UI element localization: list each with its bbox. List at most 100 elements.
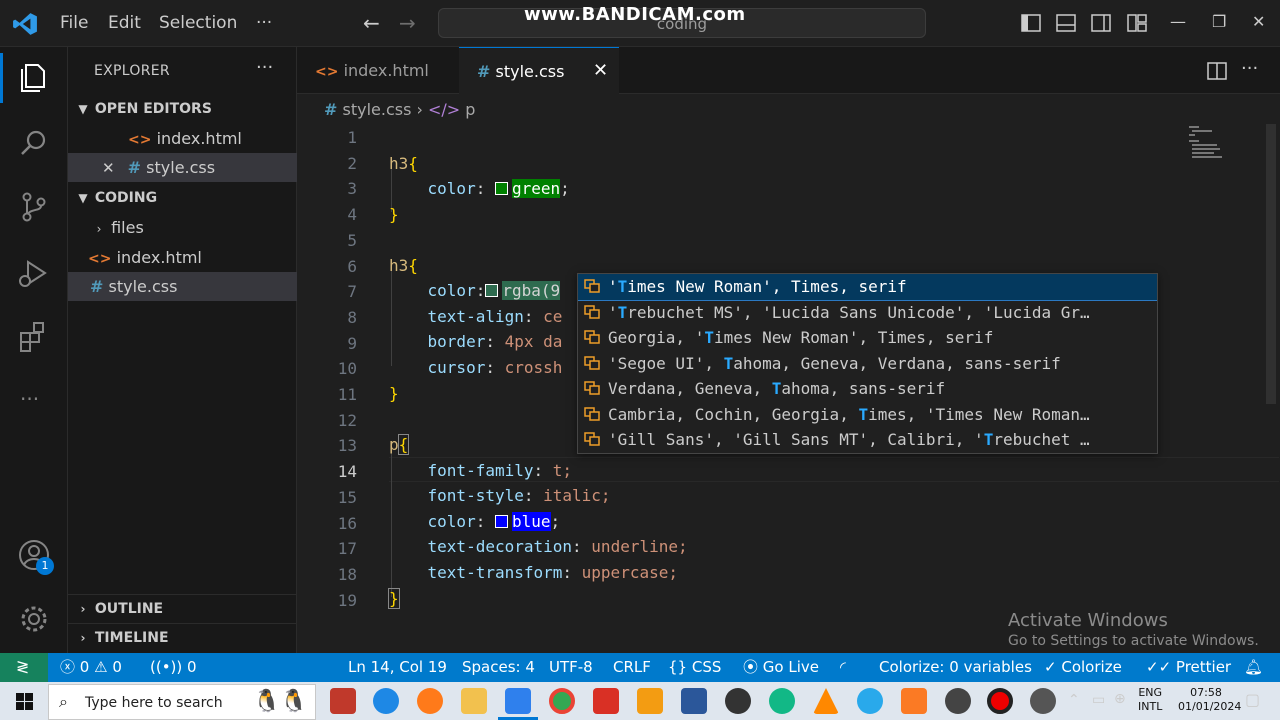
forward-arrow-icon[interactable]: → — [399, 11, 416, 35]
color-swatch-rgba[interactable] — [485, 284, 499, 297]
line-number: 14 — [337, 462, 357, 482]
toggle-primary-sidebar-icon[interactable] — [1021, 14, 1041, 32]
code-line-3: color: green; — [427, 179, 570, 198]
prettier-indicator[interactable]: ✓✓ Prettier — [1146, 653, 1231, 682]
screen-recorder-icon[interactable] — [593, 688, 619, 714]
back-arrow-icon[interactable]: ← — [363, 11, 380, 35]
obs-icon[interactable] — [945, 688, 971, 714]
colorize-toggle[interactable]: ✓ Colorize — [1044, 653, 1122, 682]
language-mode[interactable]: {} CSS — [668, 653, 721, 682]
indentation[interactable]: Spaces: 4 — [462, 653, 535, 682]
extensions-icon[interactable] — [14, 317, 54, 357]
vscode-logo-icon — [13, 13, 37, 35]
close-editor-icon[interactable]: ✕ — [102, 159, 115, 177]
explorer-icon[interactable] — [14, 57, 54, 97]
network-icon[interactable]: ⊕ — [1114, 691, 1126, 707]
tray-expand-icon[interactable]: ⌃ — [1068, 692, 1080, 708]
chrome-icon[interactable] — [549, 688, 575, 714]
line-number: 6 — [347, 256, 357, 276]
encoding[interactable]: UTF-8 — [549, 653, 593, 682]
media-player-icon[interactable] — [725, 688, 751, 714]
end-of-line[interactable]: CRLF — [613, 653, 651, 682]
telegram-icon[interactable] — [857, 688, 883, 714]
open-editors-header[interactable]: ▼ OPEN EDITORS — [68, 95, 297, 124]
toggle-secondary-sidebar-icon[interactable] — [1091, 14, 1111, 32]
breadcrumb-symbol[interactable]: p — [465, 100, 475, 119]
vertical-scrollbar[interactable] — [1266, 124, 1276, 404]
tree-item-files[interactable]: › files — [68, 213, 297, 242]
restore-icon[interactable]: ❐ — [1212, 12, 1226, 31]
suggestion-item[interactable]: 'Times New Roman', Times, serif — [578, 274, 1157, 301]
problems-indicator[interactable]: ⓧ 0 ⚠ 0 — [60, 653, 122, 682]
tree-item-style-css[interactable]: # style.css — [68, 272, 297, 301]
record-icon[interactable] — [987, 688, 1013, 714]
split-editor-icon[interactable] — [1207, 62, 1227, 80]
sublime-icon[interactable] — [637, 688, 663, 714]
source-control-icon[interactable] — [14, 187, 54, 227]
file-explorer-icon[interactable] — [461, 688, 487, 714]
suggestion-item[interactable]: Georgia, 'Times New Roman', Times, serif — [578, 325, 1157, 351]
minimize-icon[interactable]: — — [1170, 12, 1186, 31]
open-editor-style-css[interactable]: ✕ # style.css — [68, 153, 297, 182]
vscode-taskbar-icon[interactable] — [505, 688, 531, 714]
timeline-section[interactable]: › TIMELINE — [68, 623, 297, 652]
taskbar-search-box[interactable]: ⌕ Type here to search 🐧🐧 — [48, 684, 316, 720]
editor-more-actions-icon[interactable]: ··· — [1241, 58, 1258, 79]
go-live-button[interactable]: ⦿ Go Live — [743, 653, 819, 682]
menu-edit[interactable]: Edit — [108, 13, 141, 33]
line-number: 18 — [337, 564, 357, 584]
search-icon[interactable] — [14, 123, 54, 163]
settings-taskbar-icon[interactable] — [1030, 688, 1056, 714]
colorize-variables[interactable]: Colorize: 0 variables — [879, 653, 1032, 682]
customize-layout-icon[interactable] — [1127, 14, 1147, 32]
cursor-position[interactable]: Ln 14, Col 19 — [348, 653, 447, 682]
xampp-icon[interactable] — [901, 688, 927, 714]
close-tab-icon[interactable]: ✕ — [593, 47, 608, 94]
close-window-icon[interactable]: ✕ — [1252, 12, 1265, 31]
toggle-panel-icon[interactable] — [1056, 14, 1076, 32]
tree-item-index-html[interactable]: <> index.html — [68, 243, 297, 272]
explorer-more-actions[interactable]: ··· — [256, 57, 273, 78]
chevron-right-icon: › — [96, 222, 102, 236]
color-swatch-green[interactable] — [494, 182, 508, 195]
suggestion-item[interactable]: Verdana, Geneva, Tahoma, sans-serif — [578, 376, 1157, 402]
menu-more[interactable]: ··· — [256, 13, 272, 33]
outline-section[interactable]: › OUTLINE — [68, 594, 297, 623]
notifications-bell-icon[interactable]: 🔔︎ — [1244, 653, 1263, 682]
broadcast-icon: ((•)) — [150, 658, 183, 676]
app-icon[interactable] — [769, 688, 795, 714]
firefox-icon[interactable] — [417, 688, 443, 714]
suggestion-match: T — [983, 430, 994, 449]
battery-icon[interactable]: ▭ — [1092, 692, 1105, 708]
suggestion-prefix: ' — [608, 302, 618, 322]
remote-indicator[interactable]: ≷ — [0, 653, 48, 682]
run-debug-icon[interactable] — [14, 253, 54, 293]
action-center-icon[interactable]: ▢ — [1245, 690, 1260, 709]
settings-gear-icon[interactable] — [14, 599, 54, 639]
ports-indicator[interactable]: ((•)) 0 — [150, 653, 197, 682]
suggestion-item[interactable]: 'Trebuchet MS', 'Lucida Sans Unicode', '… — [578, 300, 1157, 326]
minimap[interactable] — [1187, 124, 1227, 164]
menu-file[interactable]: File — [60, 13, 88, 33]
tab-index-html[interactable]: <> index.html — [297, 47, 457, 94]
suggestion-item[interactable]: 'Gill Sans', 'Gill Sans MT', Calibri, 'T… — [578, 427, 1157, 453]
color-swatch-blue[interactable] — [494, 515, 508, 528]
edge-icon[interactable] — [373, 688, 399, 714]
suggestion-rest: ahoma, Geneva, Verdana, sans-serif — [733, 353, 1061, 373]
windows-start-icon[interactable] — [16, 693, 33, 710]
open-editor-index-html[interactable]: <> index.html — [68, 124, 297, 153]
more-views-icon[interactable]: ··· — [20, 387, 39, 411]
suggestion-item[interactable]: 'Segoe UI', Tahoma, Geneva, Verdana, san… — [578, 351, 1157, 377]
menu-selection[interactable]: Selection — [159, 13, 237, 33]
open-editor-label: style.css — [146, 158, 216, 177]
breadcrumb-file[interactable]: style.css — [343, 100, 412, 119]
vlc-icon[interactable] — [813, 688, 839, 714]
suggestion-item[interactable]: Cambria, Cochin, Georgia, Times, 'Times … — [578, 402, 1157, 428]
language-indicator[interactable]: ENG INTL — [1138, 686, 1162, 714]
folder-coding-header[interactable]: ▼ CODING — [68, 184, 297, 213]
word-icon[interactable] — [681, 688, 707, 714]
bible-app-icon[interactable] — [330, 688, 356, 714]
clock[interactable]: 07:58 01/01/2024 — [1178, 686, 1241, 714]
broadcast-icon: ⦿ — [743, 658, 759, 676]
code-line-15: font-style: italic; — [427, 486, 611, 505]
